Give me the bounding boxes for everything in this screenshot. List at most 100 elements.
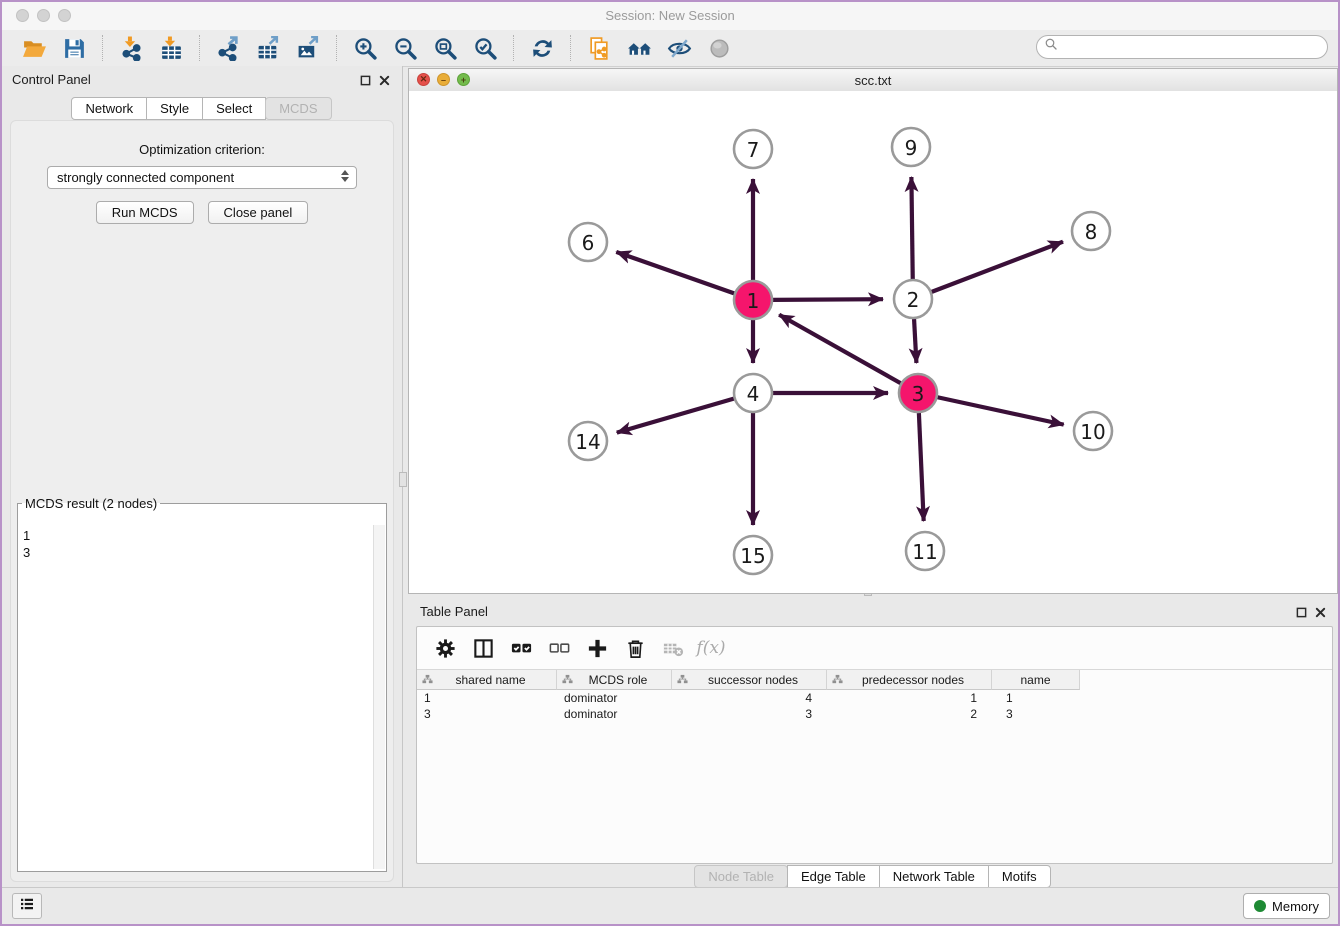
column-header-shared-name[interactable]: shared name: [417, 670, 557, 690]
tab-node-table[interactable]: Node Table: [694, 865, 788, 888]
split-divider-handle[interactable]: [399, 472, 407, 487]
zoom-fit-icon[interactable]: [430, 33, 460, 63]
import-table-icon[interactable]: [156, 33, 186, 63]
export-image-icon[interactable]: [293, 33, 323, 63]
table-row[interactable]: 3dominator323: [417, 706, 1332, 722]
run-mcds-button[interactable]: Run MCDS: [96, 201, 194, 224]
search-input[interactable]: [1059, 40, 1327, 55]
table-cell[interactable]: 3: [992, 707, 1080, 721]
table-panel-tabs: Node TableEdge TableNetwork TableMotifs: [408, 865, 1338, 888]
select-all-icon[interactable]: [507, 634, 535, 662]
close-table-panel-icon[interactable]: [1313, 605, 1327, 619]
first-neighbors-icon[interactable]: [624, 33, 654, 63]
graph-node-label: 14: [575, 430, 600, 454]
criterion-select[interactable]: strongly connected component: [47, 166, 357, 189]
task-history-button[interactable]: [12, 893, 42, 919]
graph-node-label: 6: [582, 231, 595, 255]
table-cell[interactable]: 3: [672, 707, 827, 721]
application-window: Session: New Session Control Panel Netwo…: [0, 0, 1340, 926]
table-toolbar: f(x): [417, 627, 1332, 669]
optimization-criterion-label: Optimization criterion:: [11, 142, 393, 157]
control-panel-title: Control Panel: [12, 72, 91, 87]
graph-edge-1-6[interactable]: [616, 252, 734, 293]
result-scrollbar[interactable]: [373, 525, 385, 869]
export-network-icon[interactable]: [213, 33, 243, 63]
hierarchy-icon: [677, 674, 688, 685]
refresh-view-icon[interactable]: [527, 33, 557, 63]
float-panel-icon[interactable]: [358, 73, 372, 87]
toolbar-separator: [336, 35, 337, 61]
graph-edge-3-10[interactable]: [938, 397, 1064, 424]
table-cell[interactable]: 1: [992, 691, 1080, 705]
control-panel-tabs: NetworkStyleSelectMCDS: [2, 97, 402, 120]
delete-column-icon[interactable]: [621, 634, 649, 662]
column-layout-icon[interactable]: [469, 634, 497, 662]
deselect-all-icon[interactable]: [545, 634, 573, 662]
close-panel-icon[interactable]: [377, 73, 391, 87]
import-network-icon[interactable]: [116, 33, 146, 63]
mcds-result-line: 3: [23, 544, 373, 561]
table-cell[interactable]: 1: [827, 691, 992, 705]
hierarchy-icon: [832, 674, 843, 685]
close-panel-button[interactable]: Close panel: [208, 201, 309, 224]
table-row[interactable]: 1dominator411: [417, 690, 1332, 706]
open-file-icon[interactable]: [19, 33, 49, 63]
tab-edge-table[interactable]: Edge Table: [787, 865, 880, 888]
table-header-row: shared name MCDS rolesuccessor nodesprede…: [417, 669, 1332, 690]
graph-node-label: 7: [747, 138, 760, 162]
add-column-icon[interactable]: [583, 634, 611, 662]
hide-panel-icon[interactable]: [664, 33, 694, 63]
column-header-label: MCDS role: [579, 673, 671, 687]
float-table-panel-icon[interactable]: [1294, 605, 1308, 619]
export-table-icon[interactable]: [253, 33, 283, 63]
graph-edge-3-11[interactable]: [919, 413, 924, 521]
save-session-icon[interactable]: [59, 33, 89, 63]
mcds-result-line: 1: [23, 527, 373, 544]
memory-status-icon: [1254, 900, 1266, 912]
tab-network-table[interactable]: Network Table: [879, 865, 989, 888]
tab-select[interactable]: Select: [202, 97, 266, 120]
column-header-name[interactable]: name: [992, 670, 1080, 690]
window-title: Session: New Session: [2, 8, 1338, 23]
tab-network[interactable]: Network: [71, 97, 147, 120]
network-canvas[interactable]: 7968124314101511: [409, 91, 1337, 593]
toolbar-separator: [102, 35, 103, 61]
graph-edge-2-3[interactable]: [914, 319, 916, 363]
criterion-value: strongly connected component: [48, 170, 234, 185]
graph-edge-2-8[interactable]: [932, 242, 1063, 292]
table-panel-title: Table Panel: [420, 604, 488, 619]
search-box[interactable]: [1036, 35, 1328, 59]
tab-style[interactable]: Style: [146, 97, 203, 120]
search-icon: [1044, 37, 1059, 57]
table-cell[interactable]: 2: [827, 707, 992, 721]
table-cell[interactable]: 4: [672, 691, 827, 705]
function-builder-icon: f(x): [697, 634, 725, 662]
table-cell[interactable]: 3: [417, 707, 557, 721]
table-settings-icon[interactable]: [431, 634, 459, 662]
copy-view-icon[interactable]: [584, 33, 614, 63]
graph-edge-3-1[interactable]: [779, 315, 900, 383]
graph-edge-4-14[interactable]: [617, 399, 734, 433]
zoom-selected-icon[interactable]: [470, 33, 500, 63]
control-panel: Control Panel NetworkStyleSelectMCDS Opt…: [2, 66, 403, 890]
table-cell[interactable]: 1: [417, 691, 557, 705]
table-cell[interactable]: dominator: [557, 691, 672, 705]
window-titlebar: Session: New Session: [2, 2, 1338, 31]
column-header-MCDS-role[interactable]: MCDS role: [557, 670, 672, 690]
toolbar-separator: [513, 35, 514, 61]
column-header-predecessor-nodes[interactable]: predecessor nodes: [827, 670, 992, 690]
network-window-title: scc.txt: [409, 73, 1337, 88]
toolbar-separator: [570, 35, 571, 61]
graph-node-label: 11: [912, 540, 937, 564]
graph-node-label: 8: [1085, 220, 1098, 244]
zoom-in-icon[interactable]: [350, 33, 380, 63]
zoom-out-icon[interactable]: [390, 33, 420, 63]
table-cell[interactable]: dominator: [557, 707, 672, 721]
graph-edge-1-2[interactable]: [773, 299, 883, 300]
graph-edge-2-9[interactable]: [911, 177, 912, 279]
tab-mcds[interactable]: MCDS: [265, 97, 331, 120]
memory-button[interactable]: Memory: [1243, 893, 1330, 919]
tab-motifs[interactable]: Motifs: [988, 865, 1051, 888]
hierarchy-icon: [562, 674, 573, 685]
column-header-successor-nodes[interactable]: successor nodes: [672, 670, 827, 690]
